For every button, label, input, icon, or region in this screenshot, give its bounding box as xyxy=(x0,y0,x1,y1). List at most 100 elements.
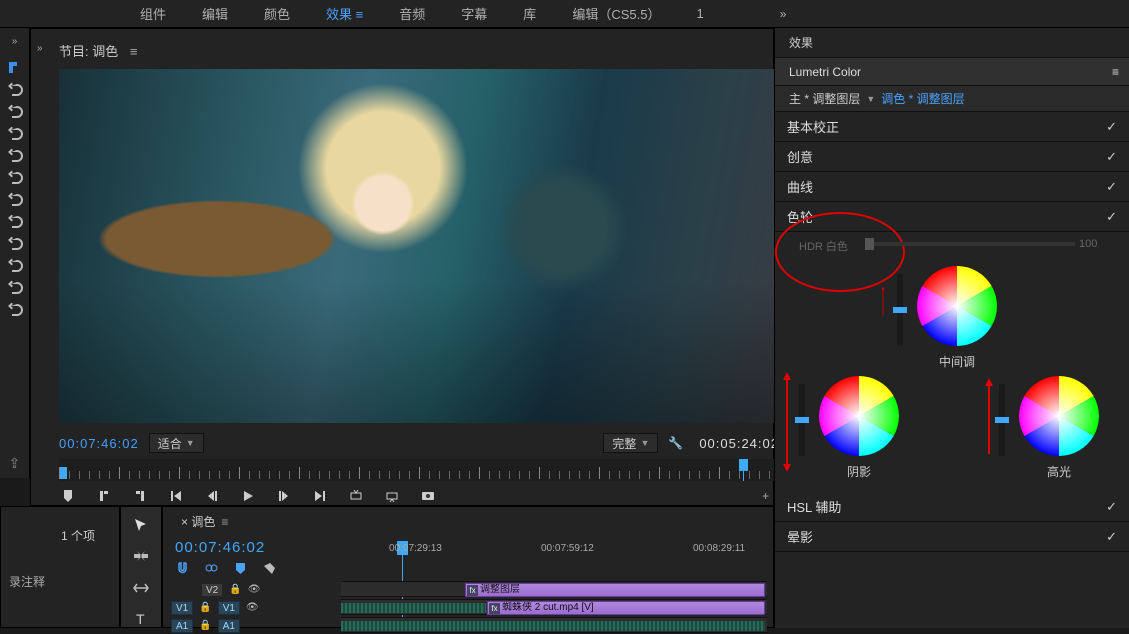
track-a1[interactable] xyxy=(341,617,767,633)
linked-selection-icon[interactable] xyxy=(204,561,219,579)
lock-icon[interactable]: 🔒 xyxy=(229,584,241,595)
mark-out-button[interactable] xyxy=(131,488,149,504)
playhead-timecode[interactable]: 00:07:46:02 xyxy=(59,436,139,451)
panel-menu-icon[interactable]: ≡ xyxy=(221,515,228,529)
selection-tool[interactable] xyxy=(132,517,150,538)
check-icon[interactable] xyxy=(1106,499,1117,515)
settings-icon[interactable] xyxy=(262,561,277,579)
in-point-marker[interactable] xyxy=(59,467,67,479)
add-marker-button[interactable] xyxy=(59,488,77,504)
add-marker-icon[interactable] xyxy=(233,561,248,579)
tab-editing[interactable]: 编辑 xyxy=(202,4,228,23)
track-target-v2[interactable]: V2 xyxy=(201,583,223,597)
undo-icon[interactable] xyxy=(7,235,23,251)
play-button[interactable] xyxy=(239,488,257,504)
undo-icon[interactable] xyxy=(7,191,23,207)
ripple-tool[interactable] xyxy=(132,548,150,569)
color-wheel-icon[interactable] xyxy=(915,264,999,348)
tab-editing-cs55[interactable]: 编辑（CS5.5） xyxy=(572,4,660,23)
section-vignette[interactable]: 晕影 xyxy=(775,522,1129,552)
zoom-dropdown[interactable]: 适合▼ xyxy=(149,433,204,453)
step-back-button[interactable] xyxy=(203,488,221,504)
source-patch-a1[interactable]: A1 xyxy=(171,619,193,633)
eye-icon[interactable]: 👁 xyxy=(246,602,259,613)
tab-effects[interactable]: 效果 xyxy=(326,4,363,23)
snap-icon[interactable] xyxy=(175,561,190,579)
section-creative[interactable]: 创意 xyxy=(775,142,1129,172)
tab-captions[interactable]: 字幕 xyxy=(461,4,487,23)
track-v2[interactable]: fx 调整图层 xyxy=(341,581,767,597)
program-scrubber[interactable] xyxy=(59,459,779,481)
check-icon[interactable] xyxy=(1106,179,1117,195)
tab-library[interactable]: 库 xyxy=(523,4,536,23)
export-icon[interactable]: ⇪ xyxy=(9,455,21,472)
track-v1[interactable]: fx 蜘蛛侠 2 cut.mp4 [V] xyxy=(341,599,767,615)
undo-icon[interactable] xyxy=(7,103,23,119)
timeline-timecode[interactable]: 00:07:46:02 xyxy=(175,539,265,556)
program-viewport[interactable] xyxy=(59,69,779,423)
undo-icon[interactable] xyxy=(7,257,23,273)
shadows-wheel[interactable]: 阴影 xyxy=(817,374,917,480)
section-basic-correction[interactable]: 基本校正 xyxy=(775,112,1129,142)
fx-badge-icon[interactable]: fx xyxy=(489,603,500,614)
clip-video[interactable]: fx 蜘蛛侠 2 cut.mp4 [V] xyxy=(487,601,765,615)
lumetri-header[interactable]: Lumetri Color ≡ xyxy=(775,58,1129,86)
lock-icon[interactable]: 🔒 xyxy=(199,620,211,631)
settings-icon[interactable]: 🔧 xyxy=(668,436,683,450)
midtones-wheel[interactable]: 中间调 xyxy=(915,264,1015,370)
tab-color[interactable]: 颜色 xyxy=(264,4,290,23)
undo-icon[interactable] xyxy=(7,81,23,97)
color-wheel-icon[interactable] xyxy=(1017,374,1101,458)
tabs-overflow-icon[interactable]: » xyxy=(780,7,787,21)
section-hsl-secondary[interactable]: HSL 辅助 xyxy=(775,492,1129,522)
track-header-a1[interactable]: A1 🔒 A1 xyxy=(171,617,240,634)
undo-icon[interactable] xyxy=(7,301,23,317)
mark-in-button[interactable] xyxy=(95,488,113,504)
check-icon[interactable] xyxy=(1106,209,1117,225)
check-icon[interactable] xyxy=(1106,529,1117,545)
lock-icon[interactable]: 🔒 xyxy=(199,602,211,613)
track-header-v1[interactable]: V1 🔒 V1 👁 xyxy=(171,599,259,616)
tab-custom-1[interactable]: 1 xyxy=(696,6,703,21)
undo-icon[interactable] xyxy=(7,279,23,295)
highlights-wheel[interactable]: 高光 xyxy=(1017,374,1117,480)
export-frame-button[interactable] xyxy=(419,488,437,504)
slider-thumb[interactable] xyxy=(865,238,874,250)
tab-audio[interactable]: 音频 xyxy=(399,4,425,23)
sequence-clip-link[interactable]: 调色 * 调整图层 xyxy=(881,90,964,107)
section-curves[interactable]: 曲线 xyxy=(775,172,1129,202)
undo-icon[interactable] xyxy=(7,147,23,163)
rate-stretch-tool[interactable] xyxy=(132,579,150,600)
extract-button[interactable] xyxy=(383,488,401,504)
track-target-a1[interactable]: A1 xyxy=(218,619,240,633)
resolution-dropdown[interactable]: 完整▼ xyxy=(603,433,658,453)
check-icon[interactable] xyxy=(1106,119,1117,135)
luma-thumb[interactable] xyxy=(795,417,809,423)
undo-icon[interactable] xyxy=(7,125,23,141)
go-to-in-button[interactable] xyxy=(167,488,185,504)
clip-audio[interactable] xyxy=(341,621,765,631)
panel-menu-icon[interactable]: ≡ xyxy=(1112,65,1119,79)
eye-icon[interactable]: 👁 xyxy=(248,584,261,595)
panel-collapse-icon[interactable]: » xyxy=(12,36,18,47)
fx-badge-icon[interactable]: fx xyxy=(467,585,478,596)
luma-slider[interactable] xyxy=(897,274,903,346)
master-clip-label[interactable]: 主 * 调整图层 xyxy=(789,90,860,107)
check-icon[interactable] xyxy=(1106,149,1117,165)
luma-thumb[interactable] xyxy=(995,417,1009,423)
sequence-tab[interactable]: × 调色≡ xyxy=(181,513,228,530)
luma-slider[interactable] xyxy=(999,384,1005,456)
lift-button[interactable] xyxy=(347,488,365,504)
undo-icon[interactable] xyxy=(7,213,23,229)
luma-slider[interactable] xyxy=(799,384,805,456)
tab-assembly[interactable]: 组件 xyxy=(140,4,166,23)
chevron-down-icon[interactable]: ▼ xyxy=(866,94,875,104)
timeline-ruler[interactable]: 00:07:29:13 00:07:59:12 00:08:29:11 xyxy=(341,541,767,559)
color-wheel-icon[interactable] xyxy=(817,374,901,458)
paint-icon[interactable] xyxy=(7,59,23,75)
luma-thumb[interactable] xyxy=(893,307,907,313)
undo-icon[interactable] xyxy=(7,169,23,185)
panel-menu-icon[interactable]: ≡ xyxy=(130,44,138,59)
step-forward-button[interactable] xyxy=(275,488,293,504)
track-target-v1[interactable]: V1 xyxy=(218,601,240,615)
